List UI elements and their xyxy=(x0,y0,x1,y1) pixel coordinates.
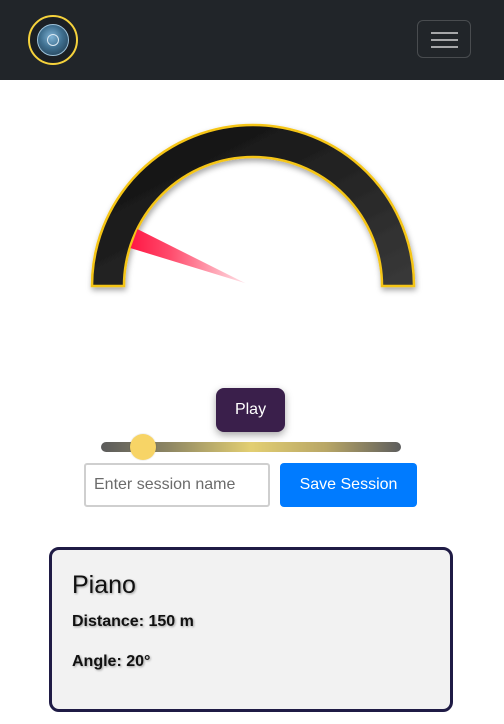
compass-logo-icon[interactable] xyxy=(28,15,78,65)
hamburger-line xyxy=(431,46,458,48)
session-name-input[interactable] xyxy=(84,463,270,507)
gauge-needle xyxy=(130,229,246,284)
play-button[interactable]: Play xyxy=(216,388,285,432)
logo-emblem xyxy=(37,24,69,56)
session-slider-thumb[interactable] xyxy=(130,434,156,460)
hamburger-menu-button[interactable] xyxy=(417,20,471,58)
save-session-button[interactable]: Save Session xyxy=(280,463,417,507)
hamburger-line xyxy=(431,32,458,34)
navbar xyxy=(0,0,504,80)
hamburger-line xyxy=(431,39,458,41)
direction-gauge xyxy=(90,123,416,288)
distance-text: Distance: 150 m xyxy=(72,613,194,630)
angle-text: Angle: 20° xyxy=(72,653,151,670)
gauge-arc xyxy=(90,123,416,288)
instrument-title: Piano xyxy=(72,571,136,599)
info-card: Piano Distance: 150 m Angle: 20° xyxy=(49,547,453,712)
